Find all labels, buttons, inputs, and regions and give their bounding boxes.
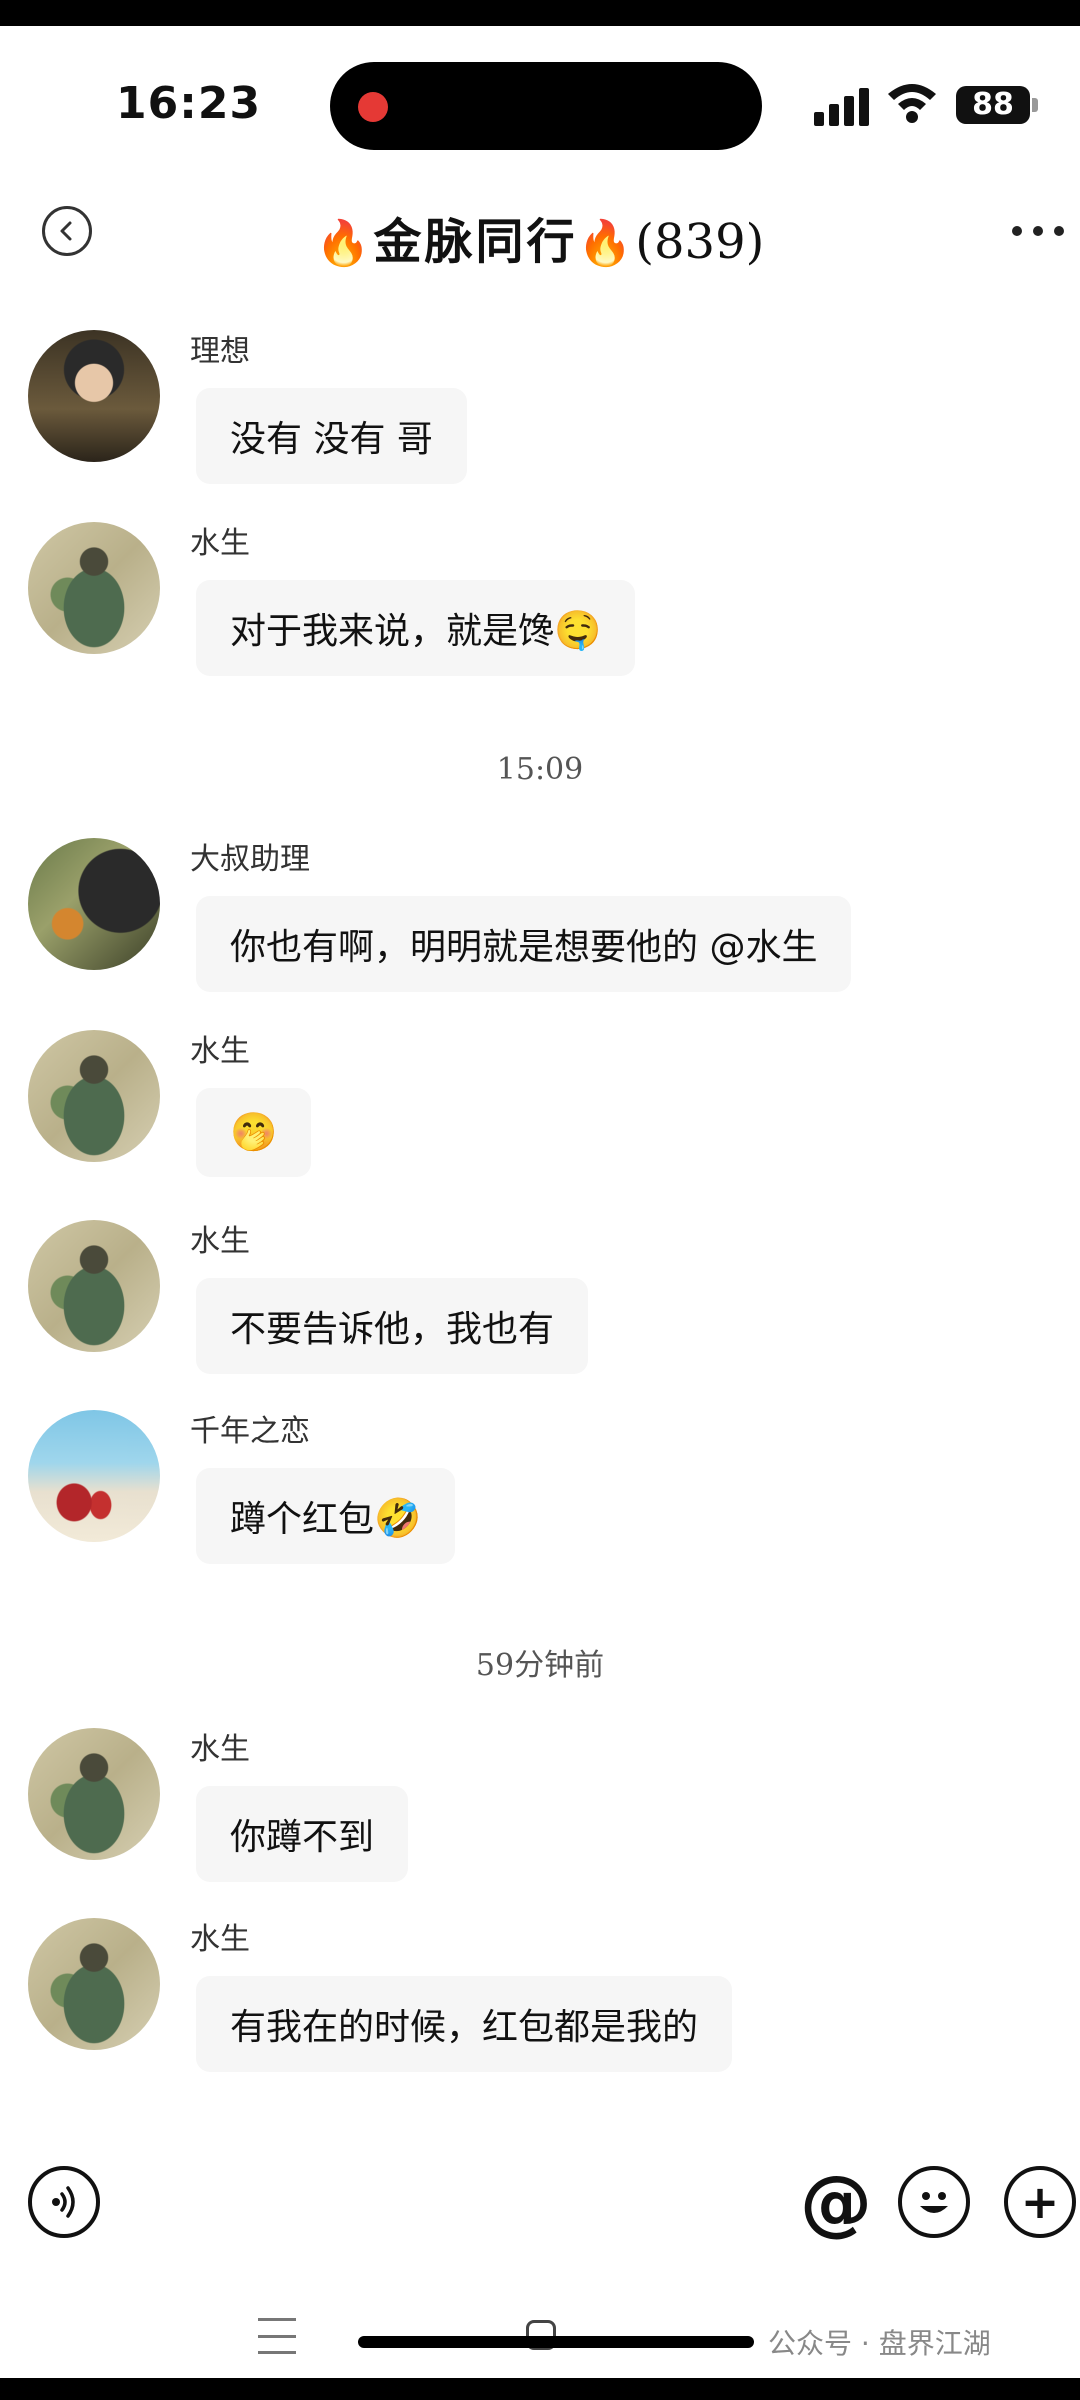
emoji-button[interactable]	[898, 2166, 970, 2238]
top-black-bar	[0, 0, 1080, 26]
message-text: 有我在的时候，红包都是我的	[230, 2007, 699, 2048]
message-bubble[interactable]: 不要告诉他，我也有	[196, 1278, 589, 1374]
avatar[interactable]	[28, 1410, 160, 1542]
drooling-emoji: 🤤	[554, 608, 602, 652]
hand-over-mouth-emoji: 🤭	[230, 1110, 278, 1154]
more-options-button[interactable]	[1012, 226, 1064, 238]
sender-name: 水生	[190, 1922, 250, 1957]
fire-icon: 🔥	[577, 218, 636, 269]
sender-name: 水生	[190, 1034, 250, 1069]
avatar[interactable]	[28, 1030, 160, 1162]
message-bubble[interactable]: 对于我来说，就是馋🤤	[196, 580, 636, 676]
home-indicator[interactable]	[358, 2336, 754, 2348]
avatar[interactable]	[28, 838, 160, 970]
chat-title: 🔥金脉同行🔥(839)	[0, 202, 1080, 272]
message-bubble[interactable]: 蹲个红包🤣	[196, 1468, 456, 1564]
message-bubble[interactable]: 你蹲不到	[196, 1786, 409, 1882]
message-text: 你也有啊，明明就是想要他的 @水生	[230, 927, 818, 968]
battery-cap	[1032, 98, 1038, 112]
smiley-icon	[920, 2192, 948, 2213]
sender-name: 水生	[190, 1732, 250, 1767]
battery-icon: 88	[956, 86, 1030, 124]
plus-button[interactable]: +	[1004, 2166, 1076, 2238]
timestamp: 59分钟前	[475, 1648, 605, 1683]
sender-name: 理想	[190, 334, 250, 369]
watermark: 公众号 · 盘界江湖	[768, 2327, 991, 2360]
rolling-laugh-emoji: 🤣	[374, 1496, 422, 1540]
voice-icon	[52, 2186, 75, 2218]
menu-icon[interactable]	[258, 2318, 296, 2354]
voice-button[interactable]	[28, 2166, 100, 2238]
message-text: 不要告诉他，我也有	[230, 1309, 555, 1350]
avatar[interactable]	[28, 330, 160, 462]
message-bubble[interactable]: 你也有啊，明明就是想要他的 @水生	[196, 896, 852, 992]
recording-indicator	[358, 92, 388, 122]
sender-name: 大叔助理	[190, 842, 310, 877]
message-text: 你蹲不到	[230, 1817, 375, 1858]
sender-name: 千年之恋	[190, 1414, 310, 1449]
member-count: (839)	[635, 214, 765, 270]
group-name: 金脉同行	[373, 214, 578, 270]
avatar[interactable]	[28, 522, 160, 654]
plus-icon: +	[1020, 2175, 1060, 2229]
message-bubble[interactable]: 没有 没有 哥	[196, 388, 467, 484]
avatar[interactable]	[28, 1220, 160, 1352]
avatar[interactable]	[28, 1728, 160, 1860]
message-text: 蹲个红包	[230, 1499, 375, 1540]
message-text: 对于我来说，就是馋	[230, 611, 555, 652]
sender-name: 水生	[190, 1224, 250, 1259]
sender-name: 水生	[190, 526, 250, 561]
bottom-black-bar	[0, 2378, 1080, 2400]
at-icon: @	[800, 2160, 872, 2244]
mention-button[interactable]: @	[800, 2160, 872, 2244]
fire-icon: 🔥	[315, 218, 374, 269]
message-text: 没有 没有 哥	[230, 419, 433, 460]
avatar[interactable]	[28, 1918, 160, 2050]
signal-icon	[814, 86, 872, 126]
message-bubble[interactable]: 🤭	[196, 1088, 312, 1177]
timestamp: 15:09	[496, 752, 584, 787]
dynamic-island	[330, 62, 762, 150]
wifi-icon	[888, 84, 936, 123]
message-bubble[interactable]: 有我在的时候，红包都是我的	[196, 1976, 733, 2072]
status-time: 16:23	[116, 78, 262, 129]
